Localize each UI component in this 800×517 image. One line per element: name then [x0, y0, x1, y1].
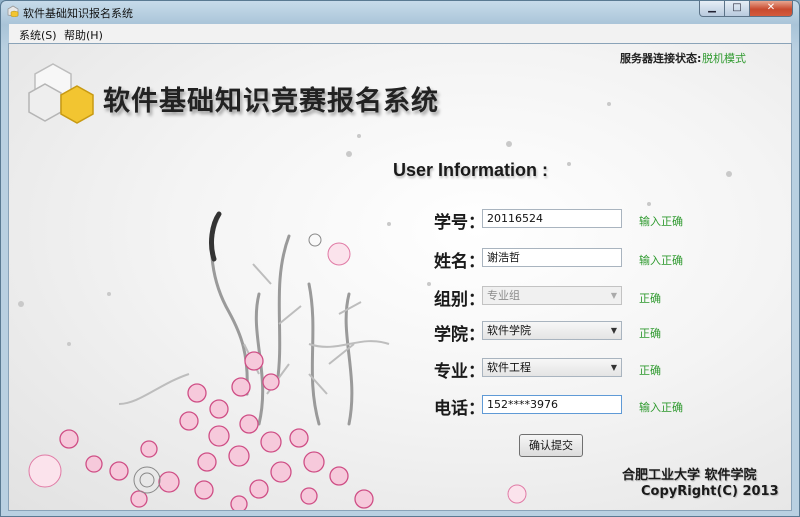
app-title: 软件基础知识竞赛报名系统	[103, 86, 439, 117]
app-window: 软件基础知识报名系统 ▁ □ ✕ 系统(S) 帮助(H) 软件基础知识竞赛报名系…	[0, 0, 800, 517]
chevron-down-icon: ▼	[610, 326, 618, 335]
college-select-value: 软件学院	[487, 324, 531, 337]
major-select[interactable]: 软件工程 ▼	[482, 358, 622, 377]
chevron-down-icon: ▼	[610, 363, 618, 372]
name-label: 姓名：	[434, 252, 485, 272]
group-select[interactable]: 专业组 ▼	[482, 286, 622, 305]
college-status: 正确	[639, 327, 661, 340]
chevron-down-icon: ▼	[610, 291, 618, 300]
group-status: 正确	[639, 292, 661, 305]
close-button[interactable]: ✕	[750, 1, 793, 17]
app-icon	[7, 5, 19, 17]
college-select[interactable]: 软件学院 ▼	[482, 321, 622, 340]
major-select-value: 软件工程	[487, 361, 531, 374]
minimize-button[interactable]: ▁	[699, 1, 725, 17]
major-label: 专业：	[434, 362, 485, 382]
group-select-value: 专业组	[487, 289, 520, 302]
group-label: 组别：	[434, 290, 485, 310]
maximize-icon: □	[732, 2, 742, 13]
major-status: 正确	[639, 364, 661, 377]
minimize-icon: ▁	[708, 2, 716, 13]
logo-hexagons	[28, 63, 94, 124]
title-bar[interactable]: 软件基础知识报名系统 ▁ □ ✕	[1, 1, 799, 23]
server-status-label: 服务器连接状态:	[620, 52, 702, 65]
window-title: 软件基础知识报名系统	[23, 7, 133, 20]
student-id-label: 学号：	[434, 213, 485, 233]
footer-school: 合肥工业大学 软件学院	[622, 468, 757, 483]
maximize-button[interactable]: □	[725, 1, 750, 17]
phone-status: 输入正确	[639, 401, 683, 414]
menu-system[interactable]: 系统(S)	[19, 27, 57, 43]
name-input[interactable]: 谢浩哲	[482, 248, 622, 267]
main-panel: 软件基础知识竞赛报名系统 服务器连接状态: 脱机模式 User Informat…	[9, 44, 791, 510]
phone-label: 电话：	[434, 399, 485, 419]
phone-input[interactable]: 152****3976	[482, 395, 622, 414]
menu-help[interactable]: 帮助(H)	[64, 27, 103, 43]
college-label: 学院：	[434, 325, 485, 345]
student-id-input[interactable]: 20116524	[482, 209, 622, 228]
section-title: User Information :	[393, 160, 549, 180]
submit-button[interactable]: 确认提交	[519, 434, 583, 457]
student-id-status: 输入正确	[639, 215, 683, 228]
menu-bar: 系统(S) 帮助(H)	[9, 24, 791, 44]
server-status-value: 脱机模式	[702, 52, 746, 65]
close-icon: ✕	[766, 2, 776, 13]
footer-copyright: CopyRight(C) 2013	[641, 484, 779, 499]
name-status: 输入正确	[639, 254, 683, 267]
